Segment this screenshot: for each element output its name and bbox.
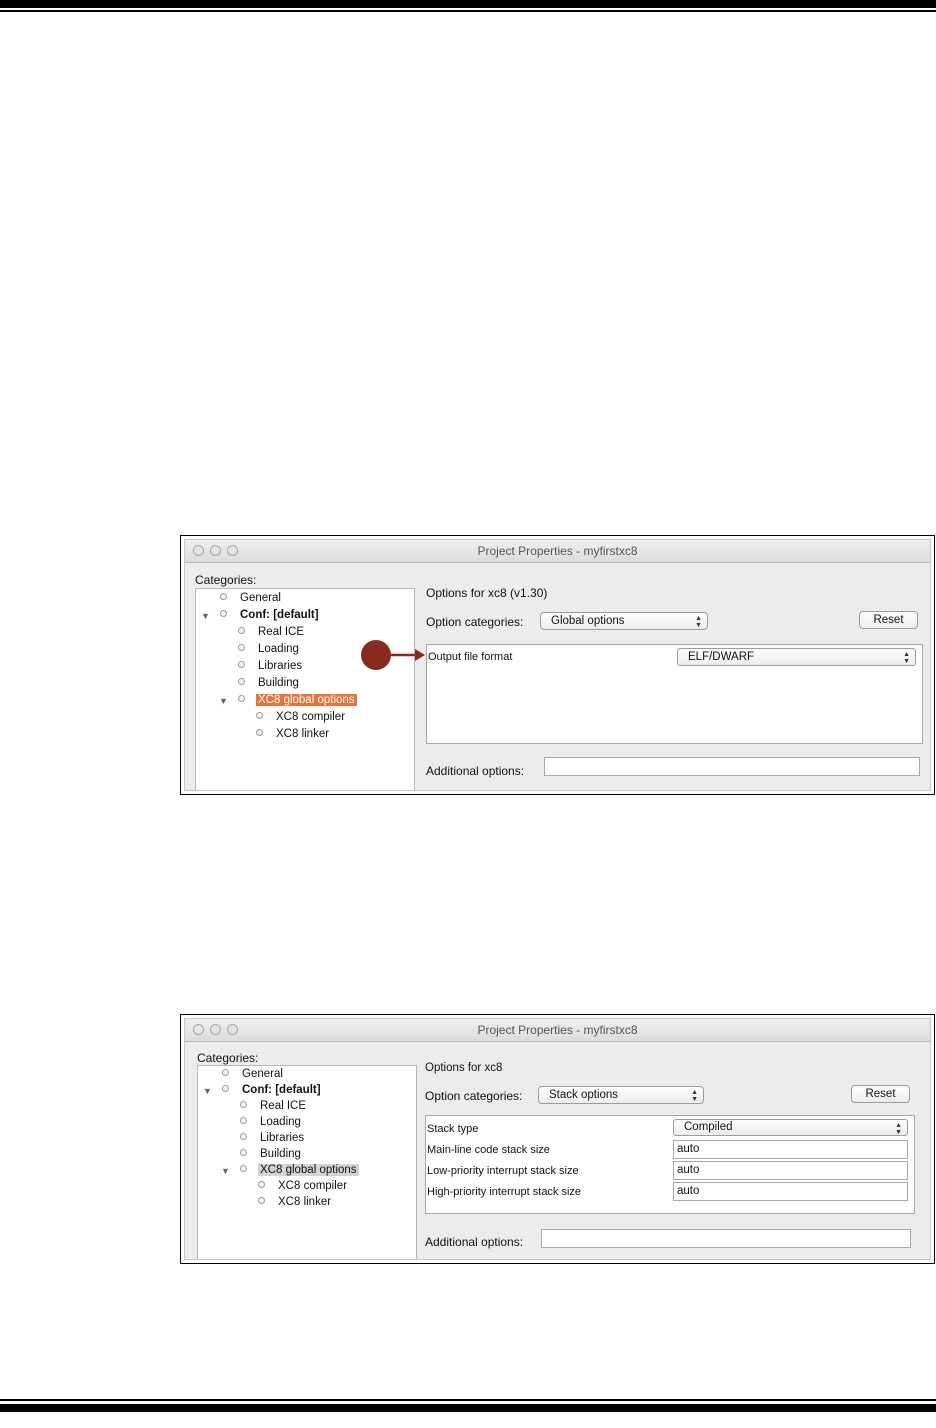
screenshot-stack-options: Project Properties - myfirstxc8 Categori…	[180, 1014, 935, 1264]
tree-bullet-icon	[258, 1181, 265, 1188]
updown-arrows-icon: ▲ ▼	[895, 1122, 902, 1136]
tree-bullet-icon	[240, 1165, 247, 1172]
tree-bullet-icon	[220, 610, 227, 617]
expand-triangle-icon[interactable]: ▼	[203, 1084, 212, 1099]
tree-item-building[interactable]: Building	[238, 676, 301, 691]
tree-item-xc8-global-options[interactable]: ▼ XC8 global options	[221, 1163, 359, 1178]
title-bar: Project Properties - myfirstxc8	[185, 1019, 930, 1042]
low-priority-stack-size-input[interactable]: auto	[673, 1161, 908, 1180]
expand-triangle-icon[interactable]: ▼	[219, 694, 228, 709]
tree-bullet-icon	[256, 712, 263, 719]
updown-arrows-icon: ▲ ▼	[903, 651, 910, 665]
tree-bullet-icon	[238, 678, 245, 685]
tree-bullet-icon	[256, 729, 263, 736]
options-header: Options for xc8	[425, 1062, 503, 1074]
options-panel: Output file format ELF/DWARF ▲ ▼	[426, 644, 923, 744]
tree-item-libraries[interactable]: Libraries	[240, 1131, 306, 1146]
additional-options-input[interactable]	[541, 1229, 911, 1248]
tree-item-xc8-compiler[interactable]: XC8 compiler	[256, 710, 347, 725]
categories-tree: General ▼ Conf: [default] Real ICE Loadi…	[197, 1065, 417, 1259]
tree-item-general[interactable]: General	[220, 591, 283, 606]
option-categories-label: Option categories:	[426, 615, 524, 629]
tree-item-libraries[interactable]: Libraries	[238, 659, 304, 674]
title-bar: Project Properties - myfirstxc8	[185, 540, 930, 563]
options-header: Options for xc8 (v1.30)	[426, 586, 548, 600]
tree-item-xc8-global-options[interactable]: ▼ XC8 global options	[219, 693, 357, 708]
top-rule-thin	[0, 10, 936, 12]
option-categories-label: Option categories:	[425, 1089, 523, 1103]
property-label-output-file-format: Output file format	[428, 651, 513, 663]
window-title: Project Properties - myfirstxc8	[477, 1023, 638, 1037]
tree-item-building[interactable]: Building	[240, 1147, 303, 1162]
expand-triangle-icon[interactable]: ▼	[221, 1164, 230, 1179]
callout-marker	[361, 640, 391, 670]
tree-item-real-ice[interactable]: Real ICE	[240, 1099, 308, 1114]
tree-item-xc8-compiler[interactable]: XC8 compiler	[258, 1179, 349, 1194]
tree-bullet-icon	[222, 1069, 229, 1076]
option-categories-select[interactable]: Stack options ▲ ▼	[538, 1086, 704, 1104]
additional-options-label: Additional options:	[426, 764, 525, 778]
high-priority-stack-size-input[interactable]: auto	[673, 1182, 908, 1201]
categories-tree: General ▼ Conf: [default] Real ICE Loadi…	[195, 588, 415, 790]
screenshot-global-options: Project Properties - myfirstxc8 Categori…	[180, 535, 935, 795]
reset-button[interactable]: Reset	[859, 611, 918, 629]
categories-label: Categories:	[197, 1051, 259, 1065]
option-categories-select[interactable]: Global options ▲ ▼	[540, 612, 708, 630]
stack-type-select[interactable]: Compiled ▲ ▼	[673, 1119, 908, 1136]
tree-bullet-icon	[238, 661, 245, 668]
tree-bullet-icon	[238, 627, 245, 634]
tree-bullet-icon	[220, 593, 227, 600]
tree-bullet-icon	[222, 1085, 229, 1092]
property-label-low-priority-stack-size: Low-priority interrupt stack size	[427, 1165, 579, 1177]
tree-item-xc8-linker[interactable]: XC8 linker	[258, 1195, 333, 1210]
window-title: Project Properties - myfirstxc8	[477, 544, 638, 558]
main-line-stack-size-input[interactable]: auto	[673, 1140, 908, 1159]
property-label-stack-type: Stack type	[427, 1123, 479, 1135]
updown-arrows-icon: ▲ ▼	[695, 615, 702, 629]
tree-item-conf-default[interactable]: ▼ Conf: [default]	[201, 608, 321, 623]
tree-item-real-ice[interactable]: Real ICE	[238, 625, 306, 640]
tree-bullet-icon	[238, 695, 245, 702]
tree-item-loading[interactable]: Loading	[238, 642, 301, 657]
tree-item-loading[interactable]: Loading	[240, 1115, 303, 1130]
tree-bullet-icon	[240, 1149, 247, 1156]
options-panel: Stack type Compiled ▲ ▼ Main-line code st…	[425, 1115, 915, 1214]
output-file-format-select[interactable]: ELF/DWARF ▲ ▼	[677, 648, 916, 666]
tree-bullet-icon	[258, 1197, 265, 1204]
top-rule-thick	[0, 0, 936, 8]
tree-bullet-icon	[240, 1101, 247, 1108]
tree-item-conf-default[interactable]: ▼ Conf: [default]	[203, 1083, 323, 1098]
callout-arrow-icon	[388, 649, 425, 661]
tree-bullet-icon	[240, 1133, 247, 1140]
property-label-main-line-stack-size: Main-line code stack size	[427, 1144, 550, 1156]
additional-options-input[interactable]	[544, 757, 920, 776]
property-label-high-priority-stack-size: High-priority interrupt stack size	[427, 1186, 582, 1198]
project-properties-window: Project Properties - myfirstxc8 Categori…	[184, 1018, 931, 1260]
tree-item-general[interactable]: General	[222, 1067, 285, 1082]
tree-bullet-icon	[240, 1117, 247, 1124]
bottom-rule-thick	[0, 1404, 936, 1412]
tree-item-xc8-linker[interactable]: XC8 linker	[256, 727, 331, 742]
bottom-rule-thin	[0, 1399, 936, 1401]
reset-button[interactable]: Reset	[851, 1085, 910, 1103]
categories-label: Categories:	[195, 573, 257, 587]
project-properties-window: Project Properties - myfirstxc8 Categori…	[184, 539, 931, 791]
tree-bullet-icon	[238, 644, 245, 651]
expand-triangle-icon[interactable]: ▼	[201, 609, 210, 624]
updown-arrows-icon: ▲ ▼	[691, 1089, 698, 1103]
additional-options-label: Additional options:	[425, 1235, 524, 1249]
